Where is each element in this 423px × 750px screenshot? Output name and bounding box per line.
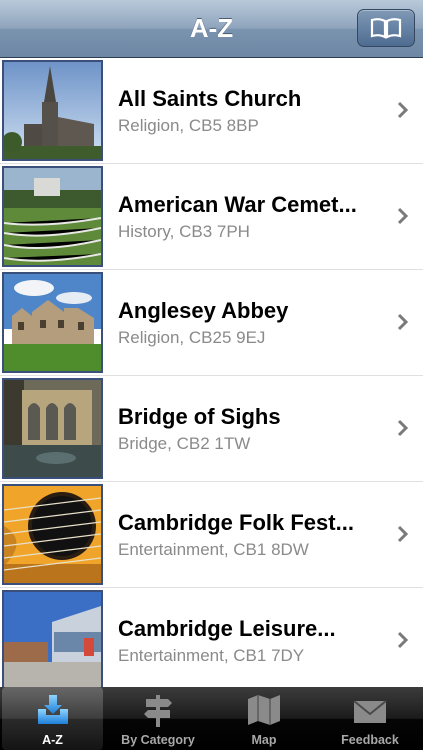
list-item[interactable]: Anglesey Abbey Religion, CB25 9EJ xyxy=(0,270,423,376)
download-tray-icon xyxy=(37,695,68,724)
bookmarks-button[interactable] xyxy=(357,9,415,47)
book-icon xyxy=(370,18,402,39)
chevron-right-icon xyxy=(397,313,409,331)
item-title: American War Cemet... xyxy=(118,192,357,217)
item-title: Cambridge Folk Fest... xyxy=(118,510,354,535)
tab-map[interactable]: Map xyxy=(211,687,317,750)
item-subtitle: Bridge, CB2 1TW xyxy=(118,434,251,453)
item-subtitle: Entertainment, CB1 7DY xyxy=(118,646,305,665)
chevron-right-icon xyxy=(397,525,409,543)
list-item[interactable]: American War Cemet... History, CB3 7PH xyxy=(0,164,423,270)
chevron-right-icon xyxy=(397,101,409,119)
tab-feedback[interactable]: Feedback xyxy=(317,687,423,750)
tab-label: By Category xyxy=(121,733,195,747)
envelope-icon xyxy=(353,700,387,723)
tab-label: A-Z xyxy=(42,733,63,747)
leisure-photo xyxy=(2,590,103,691)
tab-by-category[interactable]: By Category xyxy=(105,687,211,750)
bridge-photo xyxy=(2,378,103,479)
item-subtitle: Religion, CB5 8BP xyxy=(118,116,259,135)
list-item[interactable]: All Saints Church Religion, CB5 8BP xyxy=(0,58,423,164)
item-title: Anglesey Abbey xyxy=(118,298,289,323)
item-title: Bridge of Sighs xyxy=(118,404,281,429)
item-subtitle: Religion, CB25 9EJ xyxy=(118,328,266,347)
tab-a-z[interactable]: A-Z xyxy=(2,687,103,750)
signpost-icon xyxy=(144,695,172,727)
tab-bar: A-Z By Category Map Feedback xyxy=(0,687,423,750)
chevron-right-icon xyxy=(397,207,409,225)
item-title: All Saints Church xyxy=(118,86,302,111)
tab-label: Feedback xyxy=(341,733,399,747)
abbey-photo xyxy=(2,272,103,373)
cemetery-photo xyxy=(2,166,103,267)
guitar-photo xyxy=(2,484,103,585)
chevron-right-icon xyxy=(397,631,409,649)
church-photo xyxy=(2,60,103,161)
list-item[interactable]: Cambridge Leisure... Entertainment, CB1 … xyxy=(0,588,423,694)
list-item[interactable]: Cambridge Folk Fest... Entertainment, CB… xyxy=(0,482,423,588)
item-title: Cambridge Leisure... xyxy=(118,616,336,641)
list-item[interactable]: Bridge of Sighs Bridge, CB2 1TW xyxy=(0,376,423,482)
tab-label: Map xyxy=(251,733,277,747)
item-subtitle: Entertainment, CB1 8DW xyxy=(118,540,309,559)
chevron-right-icon xyxy=(397,419,409,437)
map-icon xyxy=(248,695,280,725)
navigation-bar: A-Z xyxy=(0,0,423,58)
item-subtitle: History, CB3 7PH xyxy=(118,222,250,241)
